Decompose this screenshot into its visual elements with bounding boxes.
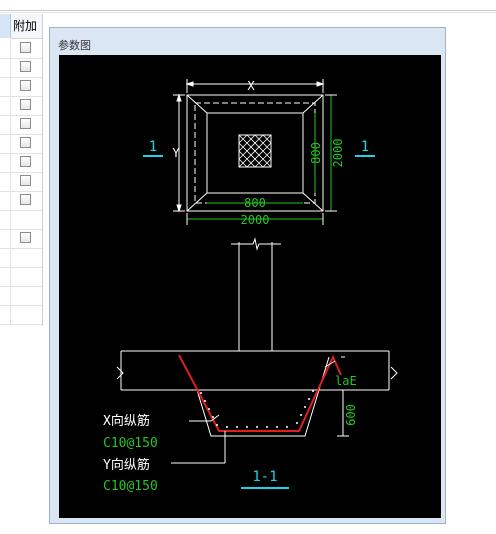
table-row[interactable] [0, 305, 42, 325]
cell-separator [10, 305, 11, 324]
cell-separator [10, 172, 11, 191]
slab-break-left [116, 366, 124, 380]
cell-separator [10, 58, 11, 77]
table-row[interactable] [0, 96, 42, 116]
cell-separator [10, 134, 11, 153]
cell-separator [10, 77, 11, 96]
table-row[interactable] [0, 39, 42, 59]
additional-checkbox[interactable] [20, 118, 31, 129]
plan-bevel-line [186, 94, 208, 114]
slab-break-right [390, 366, 398, 380]
plan-bevel-line [302, 94, 324, 114]
cell-separator [10, 39, 11, 58]
table-row[interactable] [0, 115, 42, 135]
plan-column-hatch [238, 134, 272, 168]
label-inner-width: 800 [244, 196, 266, 210]
table-row[interactable] [0, 58, 42, 78]
attribute-grid: 附加 [0, 14, 43, 326]
parameter-diagram-panel: 参数图 X Y 800 2000 800 2000 1 1 laE 600 X向… [49, 27, 446, 524]
parameter-diagram-canvas: X Y 800 2000 800 2000 1 1 laE 600 X向纵筋 C… [59, 55, 441, 518]
table-row[interactable] [0, 134, 42, 154]
section-title: 1-1 [252, 469, 277, 485]
table-row[interactable] [0, 77, 42, 97]
label-lae: laE [335, 374, 357, 388]
label-outer-height: 2000 [331, 139, 345, 168]
cell-separator [10, 248, 11, 267]
plan-bevel-line [186, 192, 208, 212]
table-row[interactable] [0, 153, 42, 173]
cell-separator [10, 115, 11, 134]
additional-checkbox[interactable] [20, 175, 31, 186]
column-header-additional[interactable]: 附加 [11, 14, 42, 39]
table-row[interactable] [0, 248, 42, 268]
label-y-bar: Y向纵筋 [103, 457, 150, 473]
section-mark-left: 1 [149, 139, 157, 155]
rebar-bent-bar [178, 354, 342, 432]
cell-separator [10, 229, 11, 248]
top-toolbar-edge [0, 0, 496, 11]
plan-bevel-line [302, 192, 324, 212]
panel-title: 参数图 [58, 40, 91, 52]
plan-rebar-dashed [194, 102, 316, 204]
label-dim-x: X [247, 79, 255, 93]
cell-separator [10, 96, 11, 115]
table-row[interactable] [0, 286, 42, 306]
grid-header: 附加 [0, 14, 42, 39]
footing-drawing: X Y 800 2000 800 2000 1 1 laE 600 X向纵筋 C… [103, 79, 398, 494]
label-inner-height: 800 [309, 142, 323, 164]
cell-separator [10, 267, 11, 286]
additional-checkbox[interactable] [20, 137, 31, 148]
label-y-bar-spec: C10@150 [103, 479, 158, 494]
distribution-bars [200, 390, 314, 428]
additional-checkbox[interactable] [20, 61, 31, 72]
table-row[interactable] [0, 191, 42, 211]
section-mark-right: 1 [361, 139, 369, 155]
top-divider [0, 12, 496, 13]
label-depth: 600 [344, 404, 358, 426]
additional-checkbox[interactable] [20, 156, 31, 167]
additional-checkbox[interactable] [20, 99, 31, 110]
plan-inner-outline [206, 112, 304, 194]
label-x-bar: X向纵筋 [103, 413, 150, 429]
cell-separator [10, 191, 11, 210]
additional-checkbox[interactable] [20, 232, 31, 243]
label-outer-width: 2000 [241, 213, 270, 227]
table-row[interactable] [0, 267, 42, 287]
additional-checkbox[interactable] [20, 194, 31, 205]
cell-separator [10, 286, 11, 305]
additional-checkbox[interactable] [20, 80, 31, 91]
label-x-bar-spec: C10@150 [103, 436, 158, 451]
label-dim-y: Y [172, 146, 180, 160]
table-row[interactable] [0, 210, 42, 230]
grid-row-header-column [0, 14, 11, 38]
additional-checkbox[interactable] [20, 42, 31, 53]
table-row[interactable] [0, 229, 42, 249]
table-row[interactable] [0, 172, 42, 192]
cell-separator [10, 210, 11, 229]
cell-separator [10, 153, 11, 172]
